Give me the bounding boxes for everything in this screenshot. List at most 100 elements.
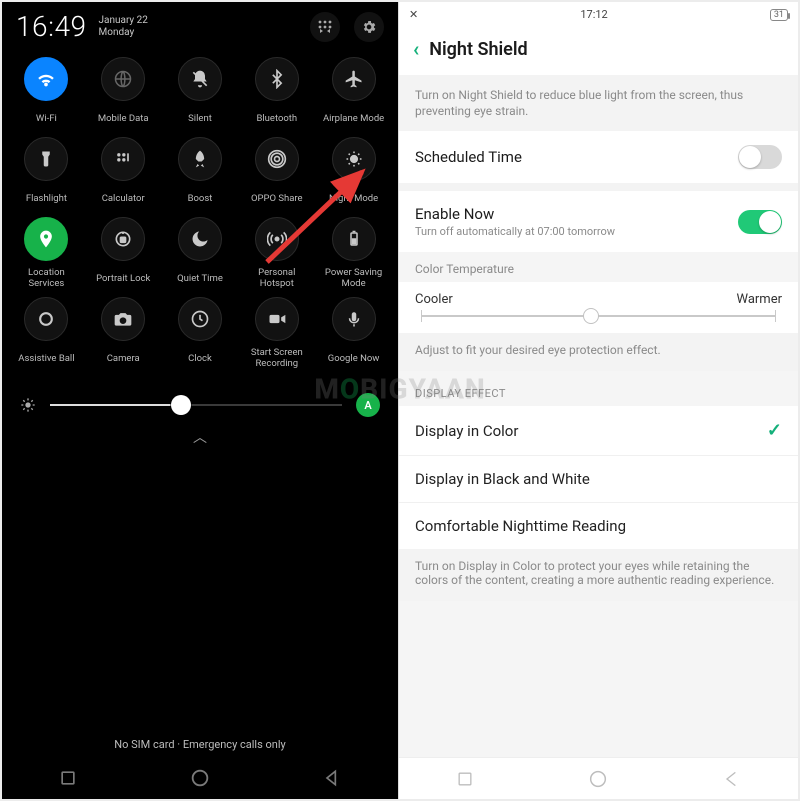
option-label: Comfortable Nighttime Reading [415,517,626,535]
tile-label: Airplane Mode [323,107,384,129]
tile-wifi[interactable]: Wi-Fi [10,57,83,129]
tile-bluetooth[interactable]: Bluetooth [240,57,313,129]
check-icon: ✓ [767,420,782,441]
collapse-handle[interactable]: ︿ [2,427,398,447]
tile-label: Power Saving Mode [317,267,390,289]
tile-label: Portrait Lock [96,267,150,289]
tile-boost[interactable]: Boost [164,137,237,209]
brightness-slider[interactable] [50,404,342,406]
bell-off-icon[interactable] [178,57,222,101]
calculator-icon[interactable] [101,137,145,181]
tile-label: Clock [188,347,212,369]
auto-brightness-toggle[interactable]: A [356,393,380,417]
tile-flashlight[interactable]: Flashlight [10,137,83,209]
flashlight-icon[interactable] [24,137,68,181]
tile-clock[interactable]: Clock [164,297,237,369]
rotation-lock-icon[interactable] [101,217,145,261]
tile-assistive-ball[interactable]: Assistive Ball [10,297,83,369]
scheduled-time-row[interactable]: Scheduled Time [399,131,798,183]
airplane-icon[interactable] [332,57,376,101]
nav-bar [399,757,798,799]
tile-calculator[interactable]: Calculator [87,137,160,209]
battery-icon[interactable] [332,217,376,261]
enable-now-row[interactable]: Enable Now Turn off automatically at 07:… [399,191,798,252]
nav-recent-button[interactable] [58,768,78,788]
tile-hotspot[interactable]: Personal Hotspot [240,217,313,289]
tile-label: Quiet Time [177,267,223,289]
back-button[interactable]: ‹ [413,37,419,61]
tile-location[interactable]: Location Services [10,217,83,289]
enable-now-sub: Turn off automatically at 07:00 tomorrow [415,225,615,238]
nav-recent-button[interactable] [455,769,475,789]
color-temp-header: Color Temperature [399,252,798,282]
tile-label: Location Services [10,267,83,289]
tile-label: Bluetooth [256,107,297,129]
display-effect-option[interactable]: Comfortable Nighttime Reading [399,502,798,549]
tile-night-mode[interactable]: Night Mode [317,137,390,209]
temp-warmer-label: Warmer [737,292,783,307]
enable-now-toggle[interactable] [738,210,782,234]
tile-label: Boost [188,187,213,209]
tile-quiet-time[interactable]: Quiet Time [164,217,237,289]
status-mute-icon: ✕ [409,8,418,21]
tile-label: Calculator [102,187,145,209]
intro-text: Turn on Night Shield to reduce blue ligh… [399,75,798,131]
brightness-row: A [2,377,398,423]
hotspot-icon[interactable] [255,217,299,261]
globe-icon[interactable] [101,57,145,101]
rocket-icon[interactable] [178,137,222,181]
video-icon[interactable] [255,297,299,341]
share-icon[interactable] [255,137,299,181]
temp-cooler-label: Cooler [415,292,453,307]
tile-oppo-share[interactable]: OPPO Share [240,137,313,209]
eye-shield-icon[interactable] [332,137,376,181]
clock-time: 16:49 [16,10,87,43]
nav-home-button[interactable] [587,768,609,790]
nav-bar [2,757,398,799]
settings-button[interactable] [354,12,384,42]
scheduled-time-toggle[interactable] [738,145,782,169]
night-shield-screen: ✕ 17:12 31 ‹ Night Shield Turn on Night … [398,2,798,799]
tile-label: Camera [107,347,140,369]
sim-status: No SIM card · Emergency calls only [2,738,398,751]
tile-label: Flashlight [26,187,67,209]
display-effect-list: Display in Color✓Display in Black and Wh… [399,406,798,549]
tile-power-save[interactable]: Power Saving Mode [317,217,390,289]
circle-ring-icon[interactable] [24,297,68,341]
date-line2: Monday [99,27,148,39]
quick-settings-grid: Wi-Fi Mobile Data Silent Bluetooth Airplane … [2,43,398,377]
nav-back-button[interactable] [322,768,342,788]
scheduled-time-label: Scheduled Time [415,148,522,166]
nav-back-button[interactable] [722,769,742,789]
tile-google-now[interactable]: Google Now [317,297,390,369]
bluetooth-icon[interactable] [255,57,299,101]
date: January 22 Monday [99,15,148,39]
color-temp-card: Cooler Warmer [399,282,798,333]
display-effect-footer: Turn on Display in Color to protect your… [399,549,798,601]
tile-silent[interactable]: Silent [164,57,237,129]
display-effect-option[interactable]: Display in Black and White [399,455,798,502]
tile-screen-rec[interactable]: Start Screen Recording [240,297,313,369]
camera-icon[interactable] [101,297,145,341]
tiles-reorder-button[interactable] [310,12,340,42]
tile-label: Personal Hotspot [240,267,313,289]
wifi-icon[interactable] [24,57,68,101]
nav-home-button[interactable] [189,767,211,789]
display-effect-option[interactable]: Display in Color✓ [399,406,798,455]
quick-settings-panel: 16:49 January 22 Monday Wi-Fi Mobile Data… [2,2,398,799]
tile-label: Start Screen Recording [240,347,313,369]
clock-icon[interactable] [178,297,222,341]
page-title: Night Shield [429,39,527,60]
tile-mobile-data[interactable]: Mobile Data [87,57,160,129]
location-pin-icon[interactable] [24,217,68,261]
tile-label: Assistive Ball [18,347,74,369]
tile-portrait-lock[interactable]: Portrait Lock [87,217,160,289]
color-temp-slider[interactable] [421,315,776,317]
tile-label: Silent [188,107,212,129]
tile-airplane[interactable]: Airplane Mode [317,57,390,129]
mic-icon[interactable] [332,297,376,341]
moon-icon[interactable] [178,217,222,261]
tile-camera[interactable]: Camera [87,297,160,369]
tile-label: Mobile Data [98,107,149,129]
tile-label: Night Mode [329,187,378,209]
